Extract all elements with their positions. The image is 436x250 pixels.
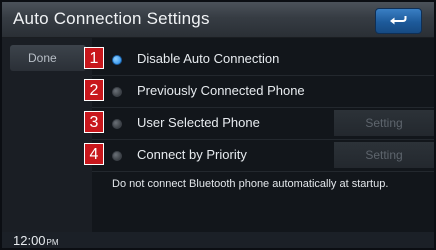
option-label: Previously Connected Phone <box>137 83 305 98</box>
marker-1: 1 <box>84 47 104 69</box>
options-list: 1 Disable Auto Connection 2 Previously C… <box>84 38 434 232</box>
marker-4: 4 <box>84 143 104 165</box>
option-previously-connected-phone[interactable]: 2 Previously Connected Phone <box>84 76 434 108</box>
option-description: Do not connect Bluetooth phone automatic… <box>112 178 389 190</box>
option-disable-auto-connection[interactable]: 1 Disable Auto Connection <box>84 44 434 76</box>
clock: 12:00PM <box>13 233 59 248</box>
option-label: Disable Auto Connection <box>137 51 280 66</box>
radio-selected-icon[interactable] <box>112 55 122 65</box>
radio-unselected-icon[interactable] <box>112 87 122 97</box>
setting-button[interactable]: Setting <box>334 110 434 136</box>
marker-3: 3 <box>84 111 104 133</box>
radio-unselected-icon[interactable] <box>112 119 122 129</box>
setting-button[interactable]: Setting <box>334 142 434 168</box>
clock-time: 12:00 <box>13 233 46 248</box>
option-user-selected-phone[interactable]: 3 User Selected Phone Setting <box>84 108 434 140</box>
page-title: Auto Connection Settings <box>13 9 210 28</box>
clock-ampm: PM <box>46 238 59 247</box>
option-label: User Selected Phone <box>137 115 260 130</box>
option-connect-by-priority[interactable]: 4 Connect by Priority Setting <box>84 140 434 172</box>
option-label: Connect by Priority <box>137 147 247 162</box>
radio-unselected-icon[interactable] <box>112 151 122 161</box>
title-bar: Auto Connection Settings <box>2 2 434 38</box>
status-bar: 12:00PM <box>2 232 434 248</box>
marker-2: 2 <box>84 79 104 101</box>
sidebar: Done <box>2 38 92 232</box>
back-button[interactable] <box>375 8 422 34</box>
screen-frame: Auto Connection Settings Done 1 Disable … <box>2 2 434 248</box>
done-button[interactable]: Done <box>10 45 86 71</box>
return-arrow-icon <box>390 16 407 25</box>
